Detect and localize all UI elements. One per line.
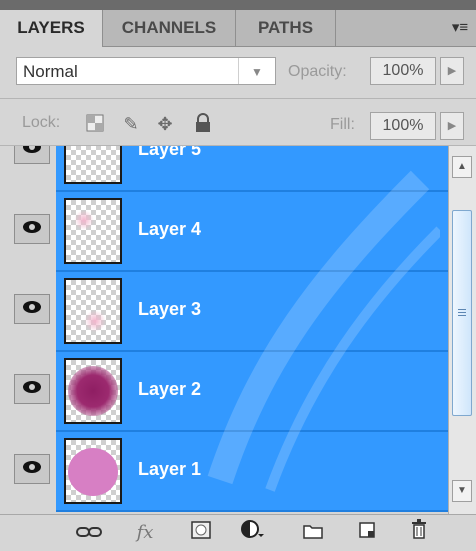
scroll-down-button[interactable]: ▼ xyxy=(452,480,472,502)
fill-field[interactable]: 100% xyxy=(370,112,436,140)
layer-row-layer-4[interactable]: Layer 4 xyxy=(0,192,448,272)
visibility-cell xyxy=(14,432,52,512)
layer-thumbnail xyxy=(64,358,122,424)
blend-mode-select[interactable]: Normal ▼ xyxy=(16,57,276,85)
brush-dab xyxy=(84,310,106,332)
lock-image-pixels-icon[interactable]: ✎ xyxy=(120,113,142,135)
fill-slider-toggle[interactable]: ▶ xyxy=(440,112,464,140)
blend-mode-value: Normal xyxy=(23,62,78,81)
opacity-field[interactable]: 100% xyxy=(370,57,436,85)
layer-style-fx-icon[interactable]: fx xyxy=(130,519,160,547)
layer-thumbnail xyxy=(64,198,122,264)
layers-list: Layer 5 Layer 4 Layer 3 Layer 2 Layer 1 xyxy=(0,146,448,514)
chevron-down-icon[interactable]: ▼ xyxy=(238,58,275,84)
eye-icon[interactable] xyxy=(14,374,50,404)
tab-channels[interactable]: CHANNELS xyxy=(103,10,236,46)
new-layer-icon[interactable] xyxy=(352,519,382,547)
layer-row-layer-3[interactable]: Layer 3 xyxy=(0,272,448,352)
add-mask-icon[interactable] xyxy=(186,519,216,547)
eye-icon[interactable] xyxy=(14,214,50,244)
layer-row-layer-2[interactable]: Layer 2 xyxy=(0,352,448,432)
layers-scrollbar[interactable]: ▲ ▼ xyxy=(448,146,476,514)
layer-name[interactable]: Layer 1 xyxy=(138,459,201,480)
lock-position-icon[interactable]: ✥ xyxy=(154,113,176,135)
opacity-slider-toggle[interactable]: ▶ xyxy=(440,57,464,85)
divider xyxy=(0,98,476,99)
brush-dab xyxy=(68,366,118,416)
visibility-cell xyxy=(14,272,52,352)
panel-menu-icon[interactable]: ▾≡ xyxy=(450,18,470,38)
layer-name[interactable]: Layer 5 xyxy=(138,146,201,160)
blend-row: Normal ▼ Opacity: 100% ▶ xyxy=(0,47,476,95)
delete-layer-trash-icon[interactable] xyxy=(404,519,434,547)
scroll-thumb[interactable] xyxy=(452,210,472,416)
layers-toolbar: fx xyxy=(0,514,476,551)
eye-icon[interactable] xyxy=(14,454,50,484)
opacity-label: Opacity: xyxy=(288,63,347,80)
layer-thumbnail xyxy=(64,278,122,344)
eye-icon[interactable] xyxy=(14,146,50,164)
link-layers-icon[interactable] xyxy=(74,519,104,547)
visibility-cell xyxy=(14,192,52,272)
layer-thumbnail xyxy=(64,438,122,504)
layer-name[interactable]: Layer 3 xyxy=(138,299,201,320)
layer-row-layer-5[interactable]: Layer 5 xyxy=(0,146,448,192)
visibility-cell xyxy=(14,352,52,432)
fill-label: Fill: xyxy=(330,116,355,133)
layer-name[interactable]: Layer 4 xyxy=(138,219,201,240)
layer-thumbnail xyxy=(64,146,122,184)
new-group-folder-icon[interactable] xyxy=(298,519,328,547)
adjustment-layer-icon[interactable] xyxy=(238,519,268,547)
panel-top-border xyxy=(0,0,476,10)
lock-transparent-pixels-icon[interactable] xyxy=(84,113,106,135)
brush-dab xyxy=(68,448,118,496)
layer-selection[interactable]: Layer 3 xyxy=(56,272,448,352)
lock-label: Lock: xyxy=(22,114,61,131)
brush-dab xyxy=(74,210,94,230)
panel-tab-bar: LAYERS CHANNELS PATHS ▾≡ xyxy=(0,10,476,47)
lock-row: Lock: ✎ ✥ Fill: 100% ▶ xyxy=(0,100,476,148)
layers-panel: LAYERS CHANNELS PATHS ▾≡ Normal ▼ Opacit… xyxy=(0,0,476,551)
layer-selection[interactable]: Layer 4 xyxy=(56,192,448,272)
tab-paths[interactable]: PATHS xyxy=(236,10,336,46)
layer-selection[interactable]: Layer 1 xyxy=(56,432,448,512)
lock-all-icon[interactable] xyxy=(192,113,214,135)
layer-selection[interactable]: Layer 5 xyxy=(56,146,448,192)
layer-name[interactable]: Layer 2 xyxy=(138,379,201,400)
eye-icon[interactable] xyxy=(14,294,50,324)
tab-layers[interactable]: LAYERS xyxy=(0,10,103,47)
layer-selection[interactable]: Layer 2 xyxy=(56,352,448,432)
scroll-up-button[interactable]: ▲ xyxy=(452,156,472,178)
layer-row-layer-1[interactable]: Layer 1 xyxy=(0,432,448,512)
visibility-cell xyxy=(14,146,52,192)
